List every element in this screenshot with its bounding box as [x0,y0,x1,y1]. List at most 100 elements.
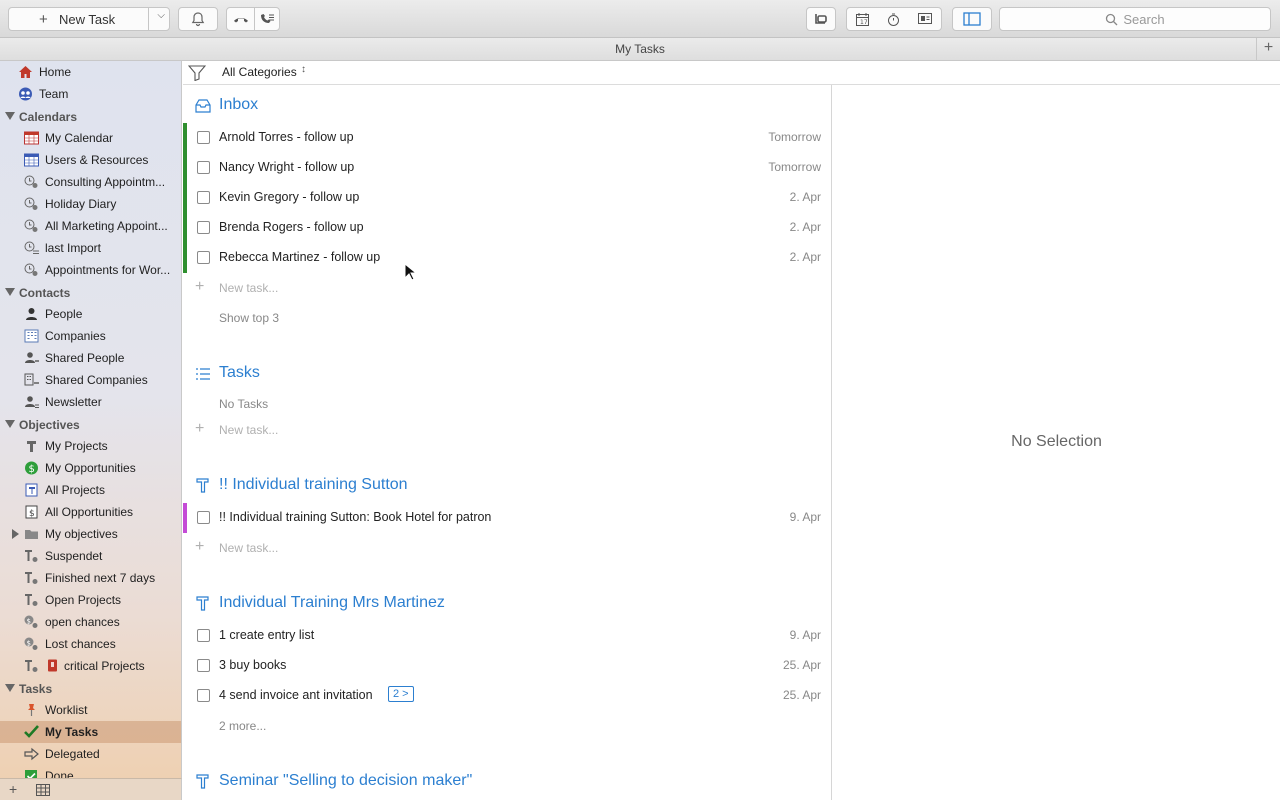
chevron-down-icon[interactable]: ⌵ [157,10,165,21]
group-title-tasks[interactable]: Tasks [219,364,260,382]
task-row[interactable]: Kevin Gregory - follow up 2. Apr [183,183,831,213]
search-input[interactable]: Search [999,7,1271,31]
project-hammer-icon [196,596,209,611]
sidebar-item-worklist[interactable]: Worklist [0,699,181,721]
sidebar-item-my-projects[interactable]: My Projects [0,435,181,457]
phone-button-group[interactable] [226,7,280,31]
sidebar-section-tasks[interactable]: Tasks [0,678,181,700]
calendar-icon[interactable]: 17 [855,12,870,27]
sidebar-item-all-marketing-appointments[interactable]: All Marketing Appoint... [0,215,181,237]
smart-calendar-icon [24,175,38,188]
task-checkbox[interactable] [197,221,210,234]
hang-up-icon[interactable] [232,12,250,26]
task-row[interactable]: Brenda Rogers - follow up 2. Apr [183,213,831,243]
sidebar-item-users-resources[interactable]: Users & Resources [0,149,181,171]
dollar-coin-icon: $ [25,461,38,475]
new-task-button[interactable]: + New Task ⌵ [8,7,170,31]
view-button-group[interactable]: 17 [846,7,942,31]
task-checkbox[interactable] [197,689,210,702]
group-title-martinez[interactable]: Individual Training Mrs Martinez [219,594,445,612]
sidebar-item-my-opportunities[interactable]: $ My Opportunities [0,457,181,479]
sidebar-section-objectives[interactable]: Objectives [0,414,181,436]
sidebar-toggle-button[interactable] [952,7,992,31]
sidebar-footer: + [0,778,182,800]
svg-text:$: $ [29,509,35,519]
new-task-tasks-button[interactable]: + New task... [183,418,831,442]
sidebar-item-home[interactable]: Home [0,61,181,83]
sidebar-item-team[interactable]: Team [0,83,181,105]
new-task-inbox-button[interactable]: + New task... [183,276,831,300]
call-log-icon[interactable] [259,12,275,26]
task-checkbox[interactable] [197,511,210,524]
disclosure-triangle-icon[interactable] [5,288,15,296]
link-button[interactable] [806,7,836,31]
sidebar-item-suspendet[interactable]: Suspendet [0,545,181,567]
show-more-link[interactable]: 2 more... [219,719,266,733]
notifications-button[interactable] [178,7,218,31]
task-checkbox[interactable] [197,191,210,204]
list-icon [196,368,210,380]
disclosure-triangle-icon[interactable] [5,420,15,428]
sidebar-item-shared-people[interactable]: Shared People [0,347,181,369]
new-task-sutton-button[interactable]: + New task... [183,536,831,560]
sidebar-item-last-import[interactable]: last Import [0,237,181,259]
task-row[interactable]: Arnold Torres - follow up Tomorrow [183,123,831,153]
category-select[interactable]: All Categories [222,65,297,79]
sidebar-item-my-calendar[interactable]: My Calendar [0,127,181,149]
building-icon [24,329,39,343]
svg-text:$: $ [27,618,31,626]
sidebar-item-my-tasks[interactable]: My Tasks [0,721,181,743]
group-title-inbox[interactable]: Inbox [219,96,258,114]
sidebar-item-open-projects[interactable]: Open Projects [0,589,181,611]
sidebar-item-holiday-diary[interactable]: Holiday Diary [0,193,181,215]
sidebar-section-contacts[interactable]: Contacts [0,282,181,304]
sidebar-item-consulting-appointments[interactable]: Consulting Appointm... [0,171,181,193]
task-row[interactable]: 3 buy books 25. Apr [183,651,831,681]
subtask-count-badge[interactable]: 2 > [388,686,414,702]
sidebar-item-shared-companies[interactable]: Shared Companies [0,369,181,391]
sidebar-item-lost-chances[interactable]: $ Lost chances [0,633,181,655]
sidebar-item-all-projects[interactable]: All Projects [0,479,181,501]
sidebar-item-companies[interactable]: Companies [0,325,181,347]
project-hammer-icon [196,478,209,493]
task-checkbox[interactable] [197,131,210,144]
filter-icon[interactable] [188,65,206,81]
sidebar-item-finished-next-7-days[interactable]: Finished next 7 days [0,567,181,589]
sidebar-item-all-opportunities[interactable]: $ All Opportunities [0,501,181,523]
task-row[interactable]: Nancy Wright - follow up Tomorrow [183,153,831,183]
pushpin-icon [28,704,35,716]
timer-icon[interactable] [886,12,901,27]
sidebar-item-appointments-for-work[interactable]: Appointments for Wor... [0,259,181,281]
add-icon[interactable]: + [9,781,17,797]
sidebar-item-delegated[interactable]: Delegated [0,743,181,765]
task-row[interactable]: 1 create entry list 9. Apr [183,621,831,651]
add-tab-button[interactable]: + [1256,38,1280,60]
task-checkbox[interactable] [197,161,210,174]
task-list: Inbox Arnold Torres - follow up Tomorrow… [183,85,832,800]
task-row[interactable]: 4 send invoice ant invitation 2 > 25. Ap… [183,681,831,711]
disclosure-triangle-icon[interactable] [5,684,15,692]
task-row[interactable]: !! Individual training Sutton: Book Hote… [183,503,831,533]
task-row[interactable]: Rebecca Martinez - follow up 2. Apr [183,243,831,273]
plus-icon: + [195,278,205,295]
task-checkbox[interactable] [197,659,210,672]
show-top-link[interactable]: Show top 3 [219,311,279,325]
task-checkbox[interactable] [197,629,210,642]
updown-chevron-icon[interactable]: ↕ [301,64,306,75]
group-title-sutton[interactable]: !! Individual training Sutton [219,476,408,494]
task-due-date: 9. Apr [789,628,821,642]
sidebar-section-calendars[interactable]: Calendars [0,106,181,128]
group-title-seminar[interactable]: Seminar "Selling to decision maker" [219,772,472,790]
presentation-icon[interactable] [917,12,933,27]
disclosure-triangle-icon[interactable] [5,112,15,120]
task-title: Kevin Gregory - follow up [219,190,360,204]
disclosure-triangle-icon[interactable] [12,529,19,539]
sidebar-item-people[interactable]: People [0,303,181,325]
sidebar-item-newsletter[interactable]: Newsletter [0,391,181,413]
sidebar-item-my-objectives[interactable]: My objectives [0,523,181,545]
sidebar-item-open-chances[interactable]: $ open chances [0,611,181,633]
task-checkbox[interactable] [197,251,210,264]
table-icon[interactable] [36,784,50,796]
sidebar-item-critical-projects[interactable]: critical Projects [0,655,181,677]
window-title: My Tasks [615,42,665,56]
